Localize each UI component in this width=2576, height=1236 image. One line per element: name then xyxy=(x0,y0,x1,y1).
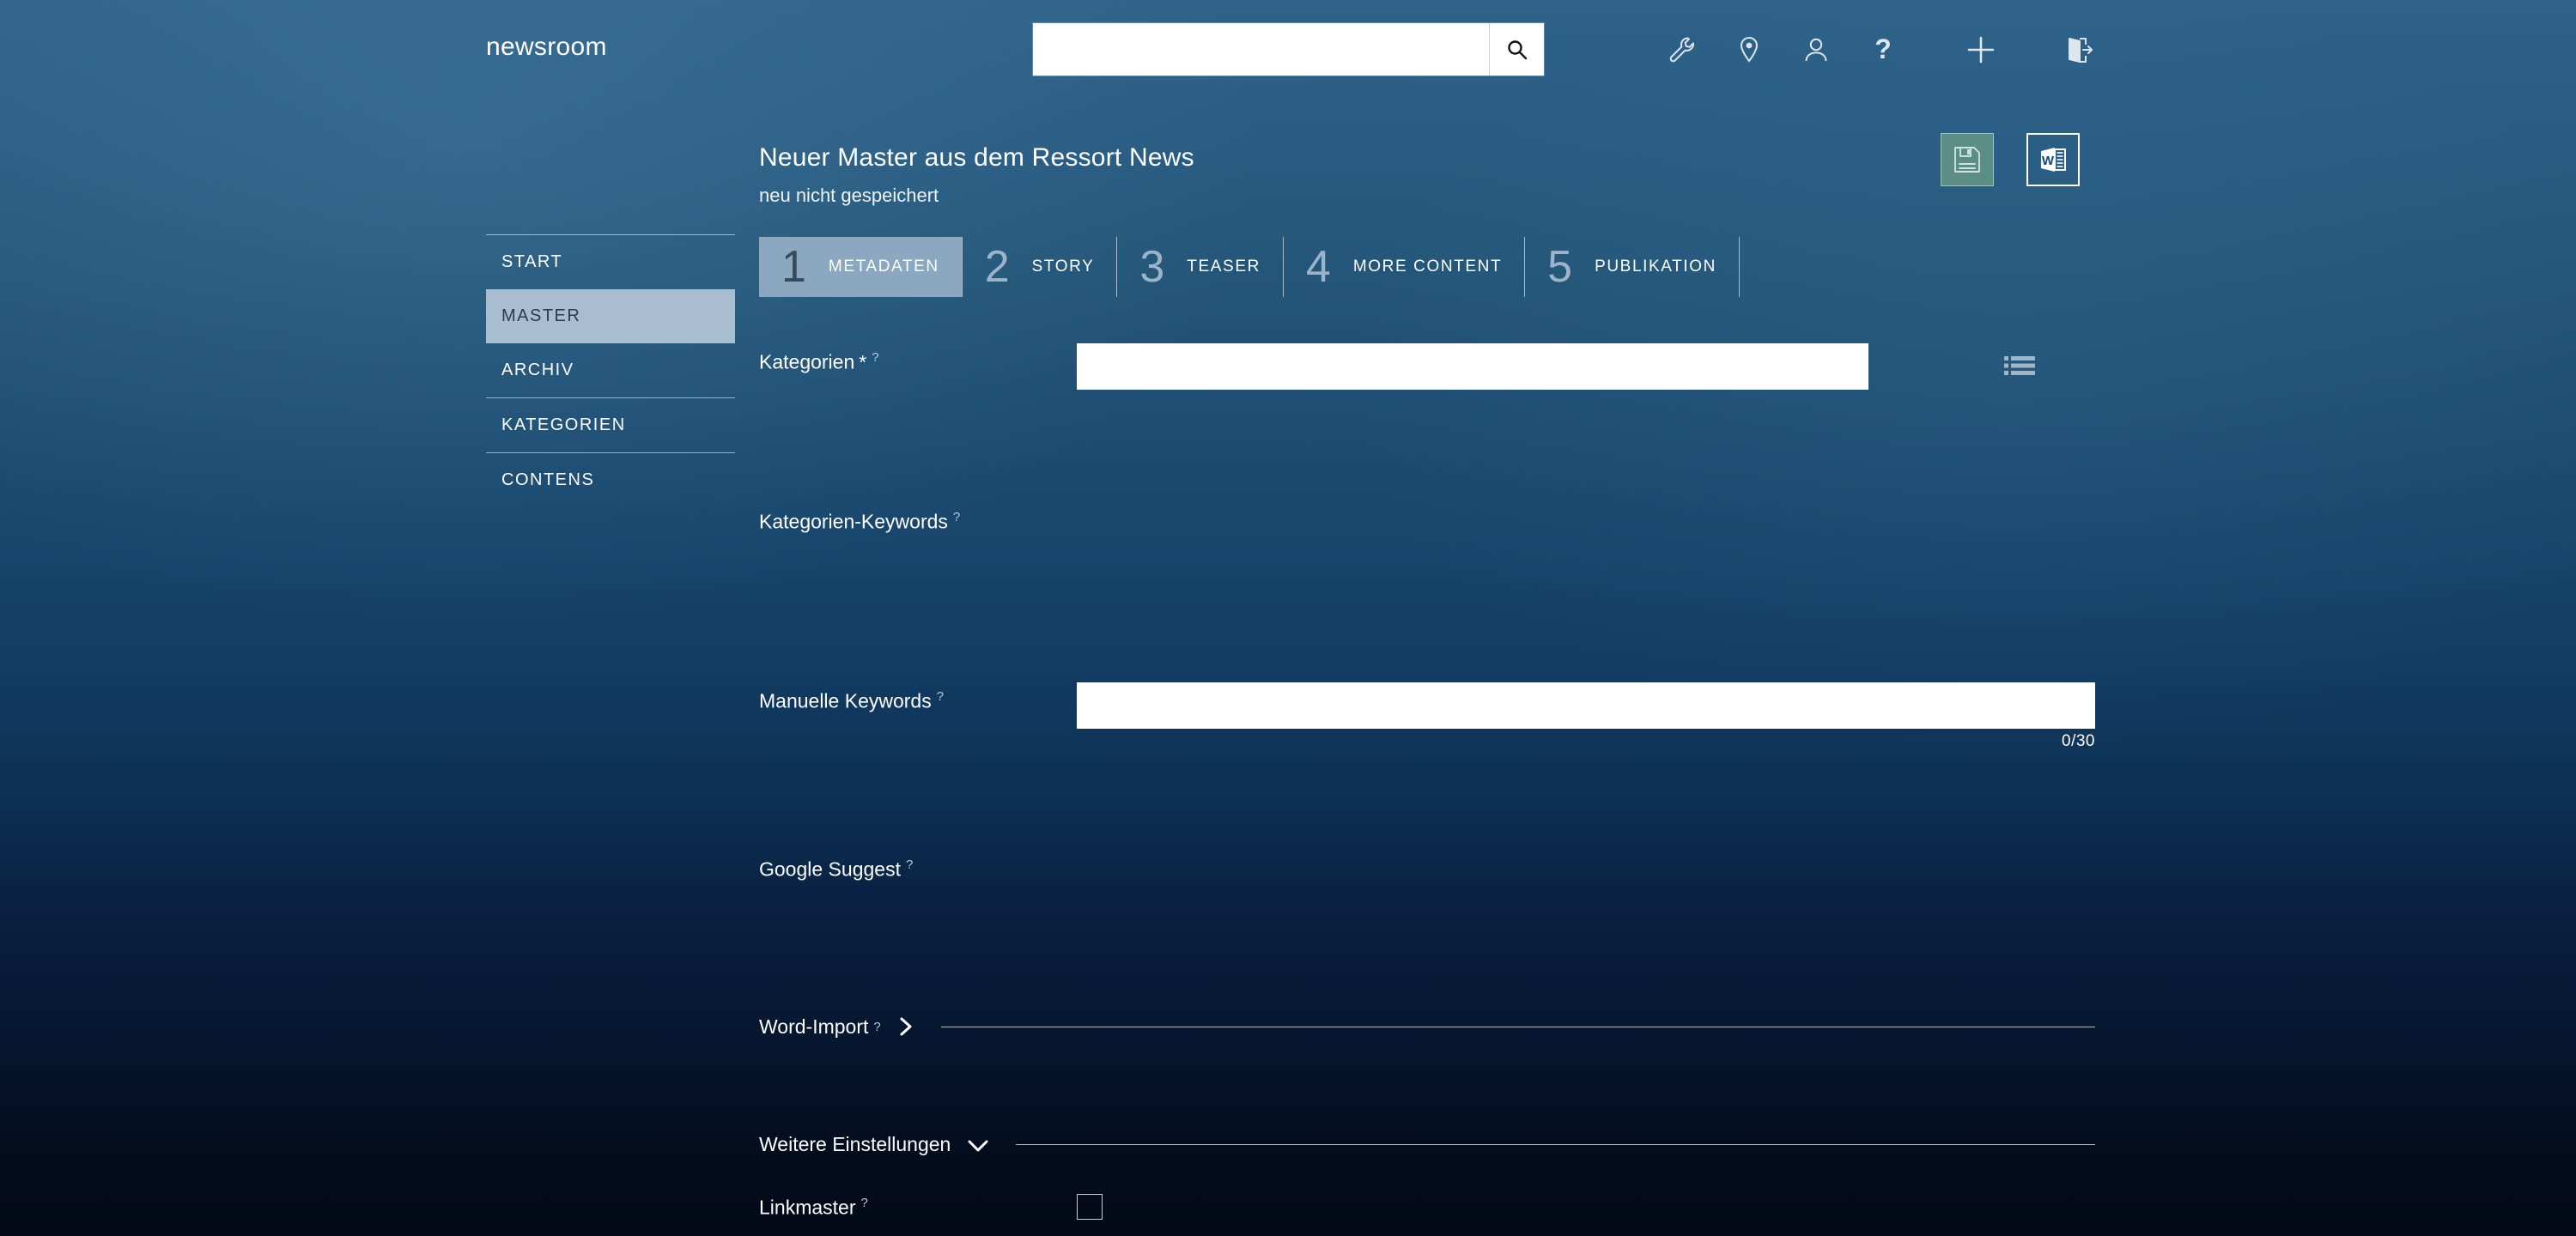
step-label: STORY xyxy=(1031,258,1095,276)
wrench-icon[interactable] xyxy=(1649,24,1716,76)
required-marker: * xyxy=(859,350,867,373)
search-button[interactable] xyxy=(1489,23,1544,76)
step-number: 2 xyxy=(984,242,1010,292)
kategorien-label-text: Kategorien xyxy=(759,350,855,373)
step-number: 1 xyxy=(781,242,806,292)
stepper-end-divider xyxy=(1738,237,1740,297)
word-import-title[interactable]: Word-Import xyxy=(759,1015,868,1039)
section-word-import[interactable]: Word-Import ? xyxy=(759,1014,2095,1039)
sidebar-item-start[interactable]: START xyxy=(486,235,735,289)
chevron-down-icon[interactable] xyxy=(964,1135,992,1155)
step-label: TEASER xyxy=(1187,258,1261,276)
background-sheen xyxy=(0,0,2576,1236)
step-4-more-content[interactable]: 4 MORE CONTENT xyxy=(1282,237,1524,297)
sidebar-nav: START MASTER ARCHIV KATEGORIEN CONTENS xyxy=(486,234,735,507)
step-number: 4 xyxy=(1305,242,1331,292)
manuelle-keywords-input[interactable] xyxy=(1077,682,2095,729)
step-label: PUBLIKATION xyxy=(1595,258,1716,276)
search-bar xyxy=(1033,23,1544,76)
section-rule xyxy=(1016,1144,2095,1145)
field-label: Google Suggest? xyxy=(759,851,1077,881)
google-suggest-label-text: Google Suggest xyxy=(759,857,901,881)
plus-icon[interactable] xyxy=(1947,24,2014,76)
sidebar-item-label: CONTENS xyxy=(501,470,595,489)
step-2-story[interactable]: 2 STORY xyxy=(961,237,1117,297)
linkmaster-checkbox[interactable] xyxy=(1077,1194,1103,1220)
help-icon[interactable]: ? xyxy=(860,1196,867,1210)
step-3-teaser[interactable]: 3 TEASER xyxy=(1116,237,1283,297)
document-header: Neuer Master aus dem Ressort News neu ni… xyxy=(759,143,1194,207)
field-manuelle-keywords: Manuelle Keywords? 0/30 xyxy=(759,682,2095,750)
chevron-right-icon[interactable] xyxy=(895,1014,917,1039)
kategorien-input[interactable] xyxy=(1077,343,1868,390)
step-number: 5 xyxy=(1547,242,1573,292)
document-status: neu nicht gespeichert xyxy=(759,185,939,206)
field-label: Kategorien-Keywords? xyxy=(759,503,1077,533)
user-icon[interactable] xyxy=(1783,24,1850,76)
help-icon[interactable]: ? xyxy=(873,1020,880,1034)
brand-logo[interactable]: newsroom xyxy=(486,33,607,62)
field-label: Manuelle Keywords? xyxy=(759,682,1077,712)
sidebar-item-label: START xyxy=(501,252,563,271)
keyword-counter: 0/30 xyxy=(2062,732,2095,750)
field-label: Linkmaster? xyxy=(759,1189,1077,1219)
help-icon[interactable]: ? xyxy=(872,350,878,365)
step-number: 3 xyxy=(1139,242,1165,292)
top-header: newsroom ? xyxy=(0,0,2576,101)
manuelle-keywords-label-text: Manuelle Keywords xyxy=(759,689,932,712)
workflow-stepper: 1 METADATEN 2 STORY 3 TEASER 4 MORE CONT… xyxy=(759,237,2095,297)
sidebar-item-contens[interactable]: CONTENS xyxy=(486,453,735,507)
linkmaster-label-text: Linkmaster xyxy=(759,1196,856,1219)
kategorien-list-button[interactable] xyxy=(2002,350,2037,385)
sidebar-item-label: MASTER xyxy=(501,306,581,325)
sidebar-item-master[interactable]: MASTER xyxy=(486,289,735,343)
save-button[interactable] xyxy=(1941,133,1994,186)
logout-icon[interactable] xyxy=(2045,24,2112,76)
search-icon xyxy=(1506,39,1528,61)
header-icon-group: ? xyxy=(1649,24,2112,76)
field-kategorien-keywords: Kategorien-Keywords? xyxy=(759,503,2095,533)
search-input[interactable] xyxy=(1033,23,1489,76)
field-kategorien: Kategorien *? xyxy=(759,343,2095,390)
svg-text:?: ? xyxy=(1874,34,1892,64)
help-icon[interactable]: ? xyxy=(937,689,944,704)
floppy-disk-icon xyxy=(1951,143,1984,176)
field-linkmaster: Linkmaster? xyxy=(759,1189,2095,1220)
step-1-metadaten[interactable]: 1 METADATEN xyxy=(759,237,962,297)
page-title: Neuer Master aus dem Ressort News xyxy=(759,143,1194,172)
word-export-button[interactable]: W xyxy=(2026,133,2080,186)
help-question-icon[interactable]: ? xyxy=(1850,24,1917,76)
kategorien-keywords-label-text: Kategorien-Keywords xyxy=(759,510,948,533)
field-google-suggest: Google Suggest? xyxy=(759,851,2095,881)
word-document-icon: W xyxy=(2036,142,2070,177)
step-label: METADATEN xyxy=(828,258,939,276)
list-icon xyxy=(2004,355,2035,380)
location-pin-icon[interactable] xyxy=(1716,24,1783,76)
sidebar-item-label: KATEGORIEN xyxy=(501,415,626,434)
document-action-bar: W xyxy=(1941,133,2080,186)
help-icon[interactable]: ? xyxy=(953,510,960,524)
app-root: newsroom ? START MASTER ARCHIV KATEGORIE… xyxy=(0,0,2576,1236)
section-weitere-einstellungen[interactable]: Weitere Einstellungen xyxy=(759,1133,2095,1156)
field-label: Kategorien *? xyxy=(759,343,1077,373)
sidebar-item-archiv[interactable]: ARCHIV xyxy=(486,343,735,397)
sidebar-item-label: ARCHIV xyxy=(501,360,574,379)
weitere-einstellungen-title[interactable]: Weitere Einstellungen xyxy=(759,1133,951,1156)
step-label: MORE CONTENT xyxy=(1352,258,1503,276)
help-icon[interactable]: ? xyxy=(906,857,913,872)
word-letter: W xyxy=(2042,154,2055,168)
step-5-publikation[interactable]: 5 PUBLIKATION xyxy=(1524,237,1739,297)
sidebar-item-kategorien[interactable]: KATEGORIEN xyxy=(486,398,735,452)
